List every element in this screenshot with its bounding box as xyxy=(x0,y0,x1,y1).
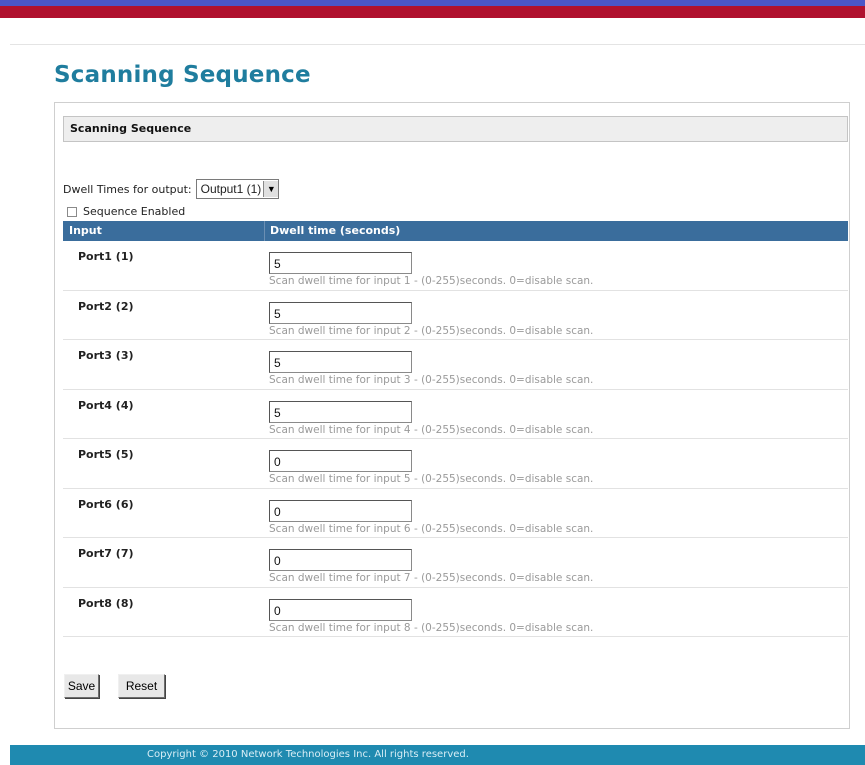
table-row: Port7 (7) 0 Scan dwell time for input 7 … xyxy=(63,538,848,588)
table-row: Port5 (5) 0 Scan dwell time for input 5 … xyxy=(63,439,848,489)
copyright-text: Copyright © 2010 Network Technologies In… xyxy=(147,749,469,760)
header-divider xyxy=(10,44,865,45)
table-row: Port3 (3) 5 Scan dwell time for input 3 … xyxy=(63,340,848,390)
dwell-hint: Scan dwell time for input 4 - (0-255)sec… xyxy=(269,423,594,436)
top-stripe-red xyxy=(0,6,865,18)
port-label: Port1 (1) xyxy=(78,250,134,263)
page-title: Scanning Sequence xyxy=(54,62,311,88)
port-label: Port3 (3) xyxy=(78,349,134,362)
output-select-value: Output1 (1) xyxy=(200,182,262,196)
table-row: Port2 (2) 5 Scan dwell time for input 2 … xyxy=(63,291,848,340)
port-label: Port8 (8) xyxy=(78,596,134,610)
table-row: Port8 (8) 0 Scan dwell time for input 8 … xyxy=(63,588,848,637)
port-label: Port4 (4) xyxy=(78,398,134,412)
dwell-output-label: Dwell Times for output: xyxy=(63,182,192,196)
dwell-hint: Scan dwell time for input 8 - (0-255)sec… xyxy=(269,621,594,634)
output-select[interactable]: Output1 (1) ▼ xyxy=(195,179,280,199)
table-header: Input Dwell time (seconds) xyxy=(63,221,848,241)
port-rows: Port1 (1) 5 Scan dwell time for input 1 … xyxy=(63,241,848,637)
scanning-sequence-panel: Scanning Sequence Dwell Times for output… xyxy=(54,102,850,729)
sequence-enabled-row: Sequence Enabled xyxy=(67,205,185,218)
dwell-input-port5[interactable]: 0 xyxy=(269,450,412,472)
save-button[interactable]: Save xyxy=(64,674,99,698)
reset-button[interactable]: Reset xyxy=(118,674,165,698)
sequence-enabled-checkbox[interactable] xyxy=(67,206,77,217)
dwell-hint: Scan dwell time for input 5 - (0-255)sec… xyxy=(269,473,594,485)
footer-bar: Copyright © 2010 Network Technologies In… xyxy=(10,745,865,765)
table-row: Port4 (4) 5 Scan dwell time for input 4 … xyxy=(63,390,848,439)
dwell-input-port7[interactable]: 0 xyxy=(269,549,412,571)
dwell-input-port1[interactable]: 5 xyxy=(269,252,412,274)
table-row: Port1 (1) 5 Scan dwell time for input 1 … xyxy=(63,241,848,291)
dwell-hint: Scan dwell time for input 2 - (0-255)sec… xyxy=(269,324,594,337)
top-banner xyxy=(0,0,865,18)
panel-header: Scanning Sequence xyxy=(63,116,848,142)
dwell-hint: Scan dwell time for input 1 - (0-255)sec… xyxy=(269,275,594,287)
column-divider xyxy=(264,221,265,241)
sequence-enabled-label: Sequence Enabled xyxy=(83,205,186,218)
dwell-input-port4[interactable]: 5 xyxy=(269,400,412,423)
dwell-hint: Scan dwell time for input 6 - (0-255)sec… xyxy=(269,522,594,535)
dwell-input-port3[interactable]: 5 xyxy=(269,351,412,373)
dwell-input-port8[interactable]: 0 xyxy=(269,598,412,621)
dwell-output-row: Dwell Times for output: Output1 (1) ▼ xyxy=(63,178,280,200)
table-row: Port6 (6) 0 Scan dwell time for input 6 … xyxy=(63,489,848,538)
port-label: Port5 (5) xyxy=(78,448,134,461)
dwell-hint: Scan dwell time for input 7 - (0-255)sec… xyxy=(269,572,594,584)
port-label: Port6 (6) xyxy=(78,497,134,511)
column-header-input: Input xyxy=(69,224,102,237)
dwell-input-port2[interactable]: 5 xyxy=(269,301,412,324)
chevron-down-icon[interactable]: ▼ xyxy=(263,181,279,197)
column-header-dwell: Dwell time (seconds) xyxy=(270,224,401,237)
port-label: Port7 (7) xyxy=(78,547,134,560)
port-label: Port2 (2) xyxy=(78,299,134,313)
dwell-input-port6[interactable]: 0 xyxy=(269,499,412,522)
dwell-hint: Scan dwell time for input 3 - (0-255)sec… xyxy=(269,374,594,386)
